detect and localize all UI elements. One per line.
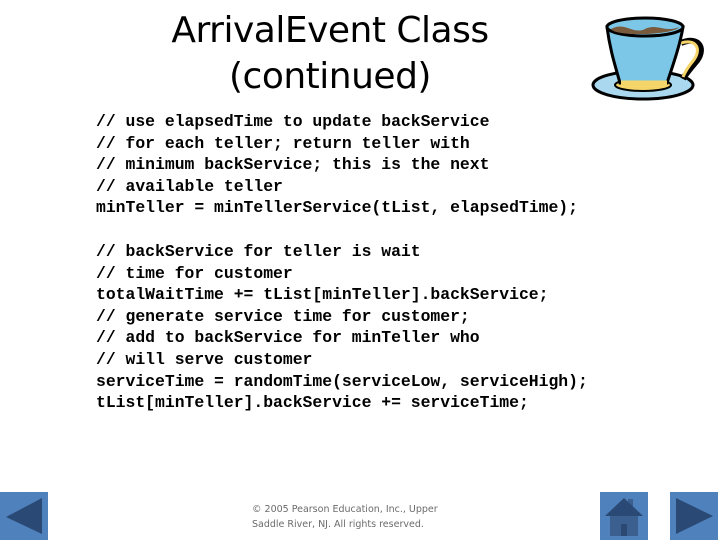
triangle-left-icon [6, 498, 42, 534]
code-line: // minimum backService; this is the next [96, 155, 490, 175]
slide-title-line-2: (continued) [229, 56, 431, 97]
code-line: // for each teller; return teller with [96, 133, 470, 153]
code-line: // generate service time for customer; [96, 306, 470, 326]
home-button[interactable] [600, 492, 648, 540]
code-block-1: // use elapsedTime to update backService… [96, 111, 578, 219]
code-line: // available teller [96, 176, 283, 196]
next-slide-button[interactable] [670, 492, 718, 540]
code-line: // time for customer [96, 263, 293, 283]
teacup-icon [585, 5, 710, 105]
copyright-line-1: © 2005 Pearson Education, Inc., Upper [252, 504, 438, 515]
code-line: // use elapsedTime to update backService [96, 112, 490, 131]
code-line: tList[minTeller].backService += serviceT… [96, 393, 529, 413]
previous-slide-button[interactable] [0, 492, 48, 540]
house-icon [605, 498, 643, 536]
code-line: serviceTime = randomTime(serviceLow, ser… [96, 371, 588, 391]
code-line: // will serve customer [96, 349, 313, 369]
code-line: // add to backService for minTeller who [96, 328, 480, 348]
code-line: minTeller = minTellerService(tList, elap… [96, 198, 578, 218]
slide-title: ArrivalEvent Class (continued) [140, 8, 520, 100]
code-block-2: // backService for teller is wait // time… [96, 241, 588, 414]
code-line: totalWaitTime += tList[minTeller].backSe… [96, 285, 549, 305]
code-line: // backService for teller is wait [96, 242, 421, 261]
copyright-footer: © 2005 Pearson Education, Inc., Upper Sa… [252, 502, 462, 532]
triangle-right-icon [676, 498, 713, 534]
slide-title-line-1: ArrivalEvent Class [171, 10, 489, 51]
copyright-line-2: Saddle River, NJ. All rights reserved. [252, 519, 424, 530]
